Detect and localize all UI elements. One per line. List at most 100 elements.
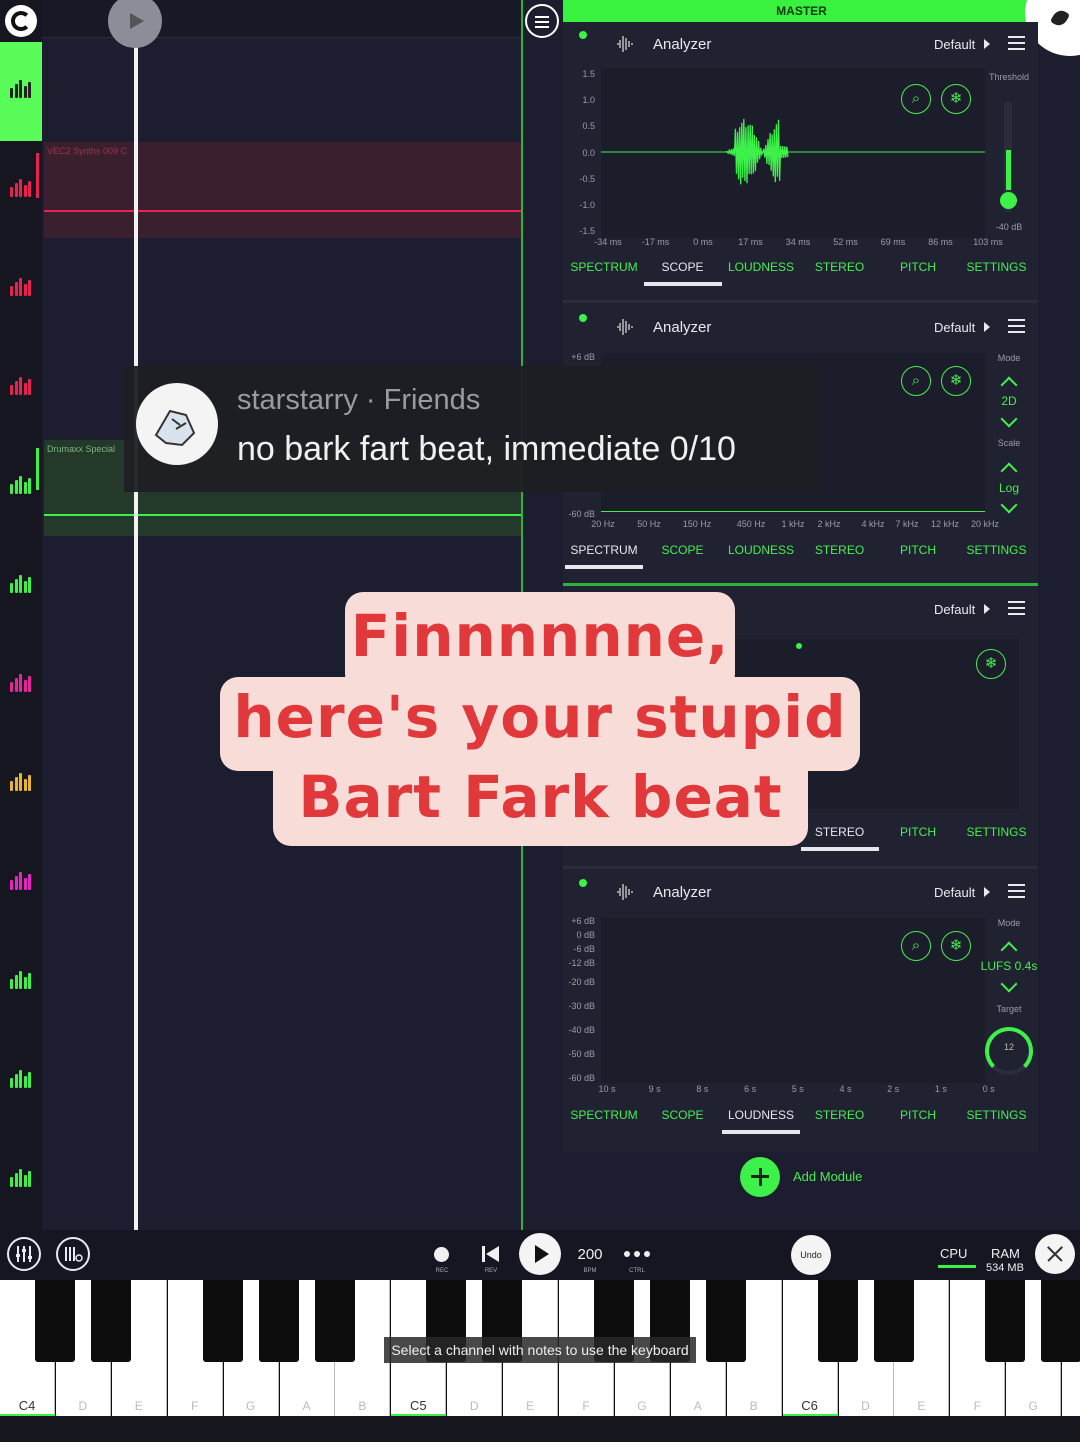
key-label: G — [1028, 1399, 1038, 1413]
freeze-icon[interactable]: ❄ — [941, 366, 971, 396]
piano-black-key[interactable] — [258, 1280, 299, 1362]
add-module-icon[interactable] — [740, 1157, 780, 1197]
piano-black-key[interactable] — [314, 1280, 355, 1362]
synth-track-lane[interactable]: VEC2 Synths 009 C — [44, 142, 522, 238]
mode-up-icon[interactable] — [1000, 942, 1018, 954]
channel-button-10[interactable] — [0, 1032, 42, 1131]
tab-spectrum[interactable]: SPECTRUM — [565, 1108, 643, 1122]
mode-up-icon[interactable] — [1000, 377, 1018, 389]
channel-button-7[interactable] — [0, 735, 42, 834]
tab-settings[interactable]: SETTINGS — [958, 260, 1036, 274]
tab-settings[interactable]: SETTINGS — [958, 543, 1036, 557]
scale-value: Log — [998, 481, 1020, 495]
more-icon[interactable] — [624, 1251, 652, 1257]
bpm-value[interactable]: 200 — [572, 1246, 608, 1263]
record-icon[interactable] — [434, 1247, 449, 1262]
module-menu-icon[interactable] — [1008, 36, 1025, 52]
tab-scope[interactable]: SCOPE — [644, 543, 722, 557]
piano-black-key[interactable] — [873, 1280, 914, 1362]
module-menu-icon[interactable] — [1008, 884, 1025, 900]
module-enable-dot[interactable] — [579, 31, 587, 39]
module-enable-dot[interactable] — [579, 879, 587, 887]
tab-stereo[interactable]: STEREO — [801, 543, 879, 557]
tab-scope[interactable]: SCOPE — [644, 1108, 722, 1122]
tab-stereo[interactable]: STEREO — [801, 825, 879, 839]
bpm-label: BPM — [583, 1268, 597, 1274]
scale-up-icon[interactable] — [1000, 463, 1018, 475]
zoom-icon[interactable]: ⌕ — [901, 931, 931, 961]
tab-loudness[interactable]: LOUDNESS — [722, 1108, 800, 1122]
channel-button-5[interactable] — [0, 537, 42, 636]
y-label: -60 dB — [568, 509, 595, 519]
channel-button-11[interactable] — [0, 1131, 42, 1230]
tab-underline — [722, 1130, 800, 1134]
piano-black-key[interactable] — [817, 1280, 858, 1362]
tab-spectrum[interactable]: SPECTRUM — [565, 260, 643, 274]
mode-value: 2D — [1001, 394, 1017, 408]
channel-button-9[interactable] — [0, 933, 42, 1032]
x-label: 4 s — [839, 1084, 852, 1094]
preset-selector[interactable]: Default — [934, 37, 975, 52]
piano-black-key[interactable] — [985, 1280, 1026, 1362]
add-module-button[interactable]: Add Module — [793, 1169, 862, 1184]
module-enable-dot[interactable] — [579, 314, 587, 322]
mixer-icon[interactable] — [7, 1237, 41, 1271]
rewind-icon[interactable] — [482, 1246, 500, 1262]
tab-pitch[interactable]: PITCH — [879, 825, 957, 839]
x-label: 0 ms — [693, 237, 713, 247]
tab-loudness[interactable]: LOUDNESS — [722, 543, 800, 557]
tab-stereo[interactable]: STEREO — [801, 1108, 879, 1122]
preset-arrow-icon[interactable] — [984, 39, 990, 49]
channel-button-0[interactable] — [0, 42, 42, 141]
channel-button-1[interactable] — [0, 141, 42, 240]
module-menu-icon[interactable] — [1008, 601, 1025, 617]
channel-button-4[interactable] — [0, 438, 42, 537]
channel-button-3[interactable] — [0, 339, 42, 438]
cpu-label[interactable]: CPU — [940, 1246, 967, 1261]
preset-arrow-icon[interactable] — [984, 604, 990, 614]
channel-button-2[interactable] — [0, 240, 42, 339]
piano-black-key[interactable] — [1041, 1280, 1080, 1362]
menu-icon[interactable] — [525, 4, 559, 38]
freeze-icon[interactable]: ❄ — [941, 931, 971, 961]
piano-black-key[interactable] — [90, 1280, 131, 1362]
mode-down-icon[interactable] — [1000, 982, 1018, 994]
tab-pitch[interactable]: PITCH — [879, 260, 957, 274]
threshold-knob[interactable] — [1000, 192, 1017, 209]
tab-pitch[interactable]: PITCH — [879, 1108, 957, 1122]
play-button[interactable] — [519, 1233, 561, 1275]
preset-arrow-icon[interactable] — [984, 322, 990, 332]
app-logo-icon[interactable] — [5, 5, 37, 37]
freeze-icon[interactable]: ❄ — [976, 649, 1006, 679]
undo-button[interactable]: Undo — [791, 1235, 831, 1275]
preset-selector[interactable]: Default — [934, 320, 975, 335]
instrument-settings-icon[interactable] — [56, 1237, 90, 1271]
zoom-icon[interactable]: ⌕ — [901, 84, 931, 114]
freeze-icon[interactable]: ❄ — [941, 84, 971, 114]
channel-button-8[interactable] — [0, 834, 42, 933]
tab-scope[interactable]: SCOPE — [644, 260, 722, 274]
channel-selected-marker — [36, 448, 39, 490]
preset-selector[interactable]: Default — [934, 602, 975, 617]
scope-plot[interactable]: ⌕ ❄ — [601, 68, 985, 238]
preset-arrow-icon[interactable] — [984, 887, 990, 897]
channel-button-6[interactable] — [0, 636, 42, 735]
tab-spectrum[interactable]: SPECTRUM — [565, 543, 643, 557]
piano-black-key[interactable] — [705, 1280, 746, 1362]
target-knob[interactable]: 12 — [985, 1027, 1033, 1075]
piano-black-key[interactable] — [35, 1280, 75, 1362]
tab-settings[interactable]: SETTINGS — [958, 1108, 1036, 1122]
scale-down-icon[interactable] — [1000, 503, 1018, 515]
piano-black-key[interactable] — [202, 1280, 243, 1362]
tab-settings[interactable]: SETTINGS — [958, 825, 1036, 839]
loudness-plot[interactable]: ⌕ ❄ — [601, 918, 985, 1083]
module-menu-icon[interactable] — [1008, 319, 1025, 335]
close-icon[interactable] — [1035, 1234, 1075, 1274]
tab-stereo[interactable]: STEREO — [801, 260, 879, 274]
tab-pitch[interactable]: PITCH — [879, 543, 957, 557]
playhead[interactable] — [134, 18, 138, 1230]
preset-selector[interactable]: Default — [934, 885, 975, 900]
mode-down-icon[interactable] — [1000, 417, 1018, 429]
zoom-icon[interactable]: ⌕ — [901, 366, 931, 396]
tab-loudness[interactable]: LOUDNESS — [722, 260, 800, 274]
